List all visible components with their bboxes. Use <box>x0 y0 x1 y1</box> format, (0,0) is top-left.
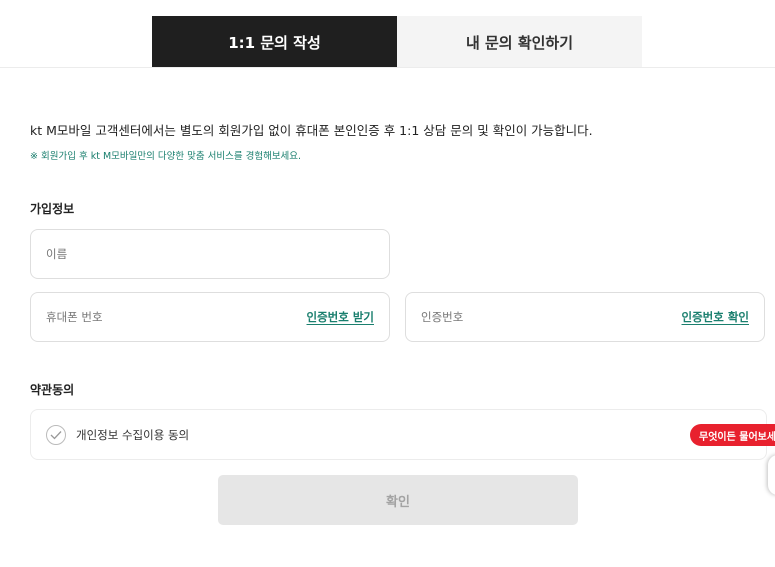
chatbot-floating-button[interactable] <box>768 455 775 495</box>
tab-check-inquiry[interactable]: 내 문의 확인하기 <box>397 16 642 68</box>
tabs-divider <box>0 67 775 68</box>
phone-field: 인증번호 받기 <box>30 292 390 342</box>
terms-title: 약관동의 <box>30 383 75 397</box>
chatbot-badge[interactable]: 무엇이든 물어보세요 <box>690 424 775 446</box>
verify-code-button[interactable]: 인증번호 확인 <box>682 309 749 325</box>
privacy-consent-row[interactable]: 개인정보 수집이용 동의 <box>30 409 767 460</box>
inquiry-tabs: 1:1 문의 작성 내 문의 확인하기 <box>152 16 642 68</box>
name-field <box>30 229 390 279</box>
phone-input[interactable] <box>46 310 307 324</box>
signup-notice: ※ 회원가입 후 kt M모바일만의 다양한 맞춤 서비스를 경험해보세요. <box>30 151 302 162</box>
intro-text: kt M모바일 고객센터에서는 별도의 회원가입 없이 휴대폰 본인인증 후 1… <box>30 123 593 138</box>
request-code-button[interactable]: 인증번호 받기 <box>307 309 374 325</box>
privacy-consent-label: 개인정보 수집이용 동의 <box>76 427 190 442</box>
check-circle-icon[interactable] <box>46 424 66 445</box>
code-field: 인증번호 확인 <box>405 292 765 342</box>
tab-write-inquiry[interactable]: 1:1 문의 작성 <box>152 16 397 68</box>
signup-info-title: 가입정보 <box>30 202 75 216</box>
name-input[interactable] <box>46 247 374 261</box>
code-input[interactable] <box>421 310 682 324</box>
confirm-button[interactable]: 확인 <box>218 475 578 525</box>
